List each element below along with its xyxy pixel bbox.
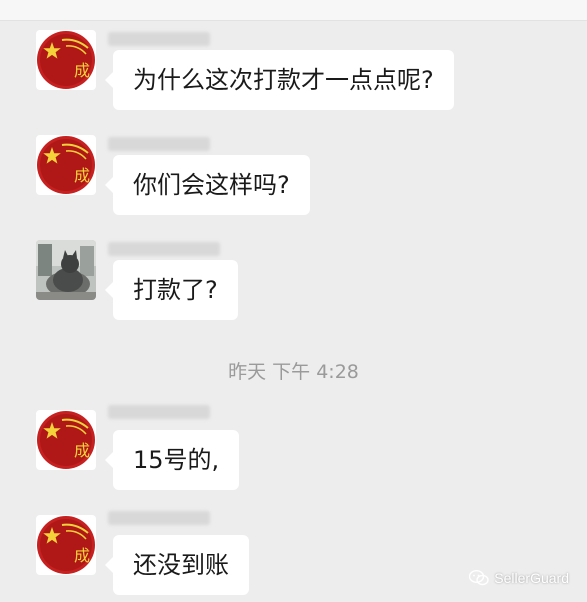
sender-avatar[interactable] — [36, 240, 96, 300]
timestamp-divider: 昨天 下午 4:28 — [228, 361, 359, 383]
svg-text:成: 成 — [74, 166, 90, 185]
sender-avatar[interactable]: 成 — [36, 410, 96, 470]
sender-avatar[interactable]: 成 — [36, 135, 96, 195]
svg-text:成: 成 — [74, 61, 90, 80]
sender-name — [108, 511, 210, 525]
message-bubble[interactable]: 为什么这次打款才一点点呢? — [105, 50, 454, 110]
sender-avatar[interactable]: 成 — [36, 30, 96, 90]
message-bubble[interactable]: 打款了? — [105, 260, 238, 320]
top-bar — [0, 0, 587, 21]
svg-text:成: 成 — [74, 546, 90, 565]
sender-name — [108, 242, 220, 256]
svg-text:成: 成 — [74, 441, 90, 460]
wechat-icon — [469, 570, 489, 586]
watermark-text: SellerGuard — [494, 570, 569, 586]
sender-name: shengrong — [108, 32, 210, 46]
message-bubble[interactable]: 还没到账 — [105, 535, 249, 595]
sender-avatar[interactable]: 成 — [36, 515, 96, 575]
sender-name: shengrong — [108, 137, 210, 151]
watermark: SellerGuard — [469, 570, 569, 586]
message-bubble[interactable]: 你们会这样吗? — [105, 155, 310, 215]
message-bubble[interactable]: 15号的, — [104, 430, 240, 490]
sender-name — [108, 405, 210, 419]
